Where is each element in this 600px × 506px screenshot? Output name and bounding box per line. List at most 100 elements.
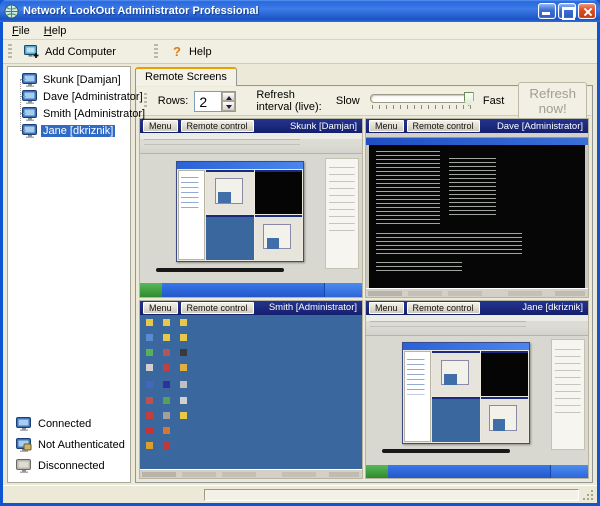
sidebar-item-smith[interactable]: Smith [Administrator] [14, 105, 130, 122]
terminal-text-lines [376, 233, 522, 256]
sidebar-item-dave[interactable]: Dave [Administrator] [14, 88, 130, 105]
help-label: Help [189, 46, 212, 58]
terminal-text-lines [449, 158, 496, 215]
add-computer-button[interactable]: Add Computer [15, 42, 125, 62]
app-globe-icon [4, 4, 19, 19]
window-title: Network LookOut Administrator Profession… [23, 5, 536, 17]
remote-panel-dave: Menu Remote control Dave [Administrator] [365, 118, 589, 298]
legend-label: Not Authenticated [38, 439, 125, 451]
rows-label: Rows: [158, 95, 189, 107]
panel-remote-control-button[interactable]: Remote control [407, 120, 480, 132]
remote-quadrant-desktop [432, 351, 480, 396]
computer-label: Smith [Administrator] [41, 108, 147, 120]
rows-value-input[interactable]: 2 [195, 92, 221, 111]
legend-connected: Connected [16, 413, 130, 434]
monitor-connected-icon [16, 417, 32, 431]
menu-file[interactable]: File [5, 23, 37, 39]
remote-screen-thumbnail [366, 315, 588, 479]
panel-menu-button[interactable]: Menu [143, 120, 178, 132]
remote-dark-bar [156, 268, 285, 272]
computer-sidebar: Skunk [Damjan] Dave [Administrator] Smit… [7, 66, 131, 483]
panel-menu-button[interactable]: Menu [369, 302, 404, 314]
panel-header: Menu Remote control Dave [Administrator] [366, 119, 588, 133]
remote-window-titlebar [177, 162, 304, 169]
rows-spin-down-button[interactable] [222, 101, 235, 111]
panel-menu-button[interactable]: Menu [369, 120, 404, 132]
minimize-button[interactable] [538, 3, 556, 19]
monitor-not-authenticated-icon [16, 438, 32, 452]
toolbar-grip[interactable] [8, 44, 12, 60]
remote-quadrant-blue-desktop [206, 215, 254, 260]
tab-remote-screens[interactable]: Remote Screens [135, 67, 237, 86]
computer-label: Dave [Administrator] [41, 91, 145, 103]
remote-taskbar [140, 283, 362, 296]
slider-track[interactable] [370, 94, 473, 103]
sidebar-item-jane[interactable]: Jane [dkriznik] [14, 122, 130, 139]
remote-app-toolbar [140, 133, 362, 154]
remote-quadrant-terminal [255, 170, 303, 215]
remote-titlebar-strip [366, 138, 588, 145]
remote-quadrant-desktop [255, 215, 303, 260]
panel-computer-name: Skunk [Damjan] [290, 121, 359, 132]
question-mark-icon: ? [170, 44, 184, 59]
remote-screens-grid: Menu Remote control Skunk [Damjan] [137, 116, 591, 481]
monitor-connected-icon [22, 73, 38, 87]
panel-remote-control-button[interactable]: Remote control [181, 120, 254, 132]
toolbar: Add Computer ? Help [3, 40, 597, 64]
slider-thumb[interactable] [464, 92, 474, 106]
remote-computer-tree [178, 170, 205, 260]
panel-remote-control-button[interactable]: Remote control [407, 302, 480, 314]
remote-task-pane [325, 158, 358, 269]
rows-spin-up-button[interactable] [222, 92, 235, 102]
status-bar [3, 485, 597, 503]
legend-label: Connected [38, 418, 91, 430]
panel-header: Menu Remote control Skunk [Damjan] [140, 119, 362, 133]
slow-label: Slow [336, 95, 360, 107]
menu-bar: File Help [3, 22, 597, 40]
remote-screen-thumbnail [140, 315, 362, 479]
remote-quadrant-blue-desktop [432, 397, 480, 442]
remote-screens-panel: Rows: 2 Refresh interval (live): Slow [135, 85, 593, 483]
remote-quadrant-desktop [481, 397, 529, 442]
refresh-interval-slider[interactable] [370, 91, 473, 111]
remote-admin-window [402, 342, 531, 443]
panel-computer-name: Jane [dkriznik] [522, 302, 585, 313]
monitor-plus-icon [24, 45, 40, 59]
remote-screen-thumbnail [140, 133, 362, 297]
remote-command-prompt [369, 145, 584, 288]
panel-header: Menu Remote control Jane [dkriznik] [366, 301, 588, 315]
refresh-now-button[interactable]: Refresh now! [518, 82, 587, 120]
app-window: Network LookOut Administrator Profession… [0, 0, 600, 506]
remote-system-tray [550, 465, 588, 478]
computer-label: Jane [dkriznik] [41, 125, 115, 137]
maximize-button[interactable] [558, 3, 576, 19]
toolbar-grip-2[interactable] [154, 44, 158, 60]
remote-dark-bar [382, 449, 511, 453]
panel-remote-control-button[interactable]: Remote control [181, 302, 254, 314]
panel-menu-button[interactable]: Menu [143, 302, 178, 314]
rows-spinner: 2 [194, 91, 236, 112]
help-button[interactable]: ? Help [161, 41, 221, 62]
menu-help[interactable]: Help [37, 23, 74, 39]
close-button[interactable] [578, 3, 596, 19]
legend-label: Disconnected [38, 460, 105, 472]
legend-disconnected: Disconnected [16, 455, 130, 476]
remote-taskbar [366, 465, 588, 478]
remote-panel-jane: Menu Remote control Jane [dkriznik] [365, 300, 589, 480]
monitor-disconnected-icon [16, 459, 32, 473]
remote-start-button [366, 465, 388, 478]
remote-taskbar-tasks [388, 465, 550, 478]
remote-taskbar [140, 469, 362, 478]
sidebar-item-skunk[interactable]: Skunk [Damjan] [14, 71, 130, 88]
remote-panel-skunk: Menu Remote control Skunk [Damjan] [139, 118, 363, 298]
terminal-text-lines [376, 151, 441, 225]
remote-admin-window [176, 161, 305, 262]
title-bar[interactable]: Network LookOut Administrator Profession… [0, 0, 600, 22]
monitor-connected-icon [22, 124, 38, 138]
resize-grip[interactable] [581, 488, 594, 501]
add-computer-label: Add Computer [45, 46, 116, 58]
remote-screen-thumbnail [366, 133, 588, 297]
controls-bar: Rows: 2 Refresh interval (live): Slow [137, 87, 591, 116]
monitor-connected-icon [22, 90, 38, 104]
remote-task-pane [551, 339, 584, 450]
